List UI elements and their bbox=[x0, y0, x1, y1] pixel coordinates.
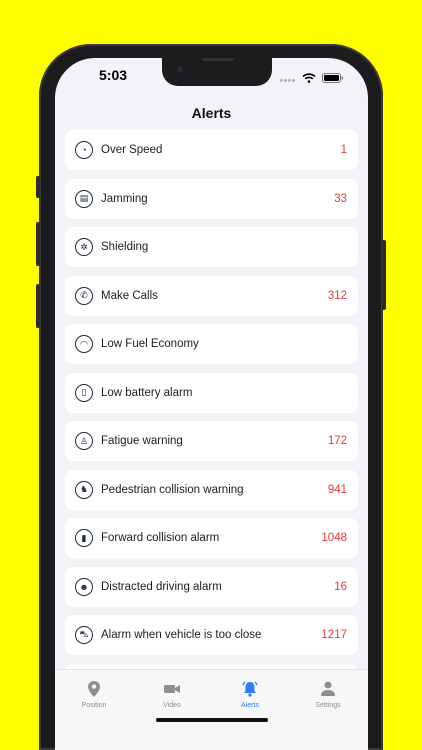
alert-label: Low Fuel Economy bbox=[101, 338, 199, 350]
shield-icon: ✲ bbox=[75, 238, 93, 256]
collision-icon: ▮ bbox=[75, 529, 93, 547]
alert-count: 172 bbox=[327, 435, 347, 447]
alert-label: Jamming bbox=[101, 192, 148, 205]
app-screen: 5:03 Alerts ◔ Over Speed 1 ▤ Jamming 33 … bbox=[55, 58, 368, 750]
alert-count: 1048 bbox=[321, 532, 347, 544]
alert-label: Fatigue warning bbox=[101, 435, 183, 447]
power-button bbox=[382, 240, 386, 310]
alert-row-fatigue-warning[interactable]: ♙ Fatigue warning 172 bbox=[65, 421, 358, 461]
alert-row-forward-collision[interactable]: ▮ Forward collision alarm 1048 bbox=[65, 518, 358, 558]
signal-icon bbox=[280, 69, 296, 87]
tab-alerts[interactable]: Alerts bbox=[211, 680, 289, 709]
car-icon: ⛍ bbox=[75, 626, 93, 644]
home-indicator[interactable] bbox=[156, 718, 268, 722]
tab-label: Position bbox=[81, 702, 107, 709]
notch bbox=[162, 58, 272, 86]
video-camera-icon bbox=[164, 685, 180, 693]
status-icons bbox=[280, 69, 344, 87]
alert-label: Distracted driving alarm bbox=[101, 580, 222, 593]
volume-up-button bbox=[36, 222, 40, 266]
alert-row-make-calls[interactable]: ✆ Make Calls 312 bbox=[65, 275, 358, 316]
front-camera bbox=[177, 66, 183, 72]
speedometer-icon: ◔ bbox=[75, 141, 93, 159]
phone-icon: ✆ bbox=[75, 286, 93, 305]
tab-label: Settings bbox=[315, 702, 341, 709]
alert-count: 1 bbox=[340, 144, 347, 156]
alert-row-shielding[interactable]: ✲ Shielding bbox=[65, 227, 358, 267]
alert-row-jamming[interactable]: ▤ Jamming 33 bbox=[65, 178, 358, 219]
alert-row-vehicle-too-close[interactable]: ⛍ Alarm when vehicle is too close 1217 bbox=[65, 615, 358, 655]
status-time: 5:03 bbox=[99, 67, 128, 83]
person-icon bbox=[321, 681, 335, 696]
alert-label: Low battery alarm bbox=[101, 386, 193, 399]
page-title: Alerts bbox=[191, 105, 232, 121]
speaker bbox=[202, 58, 234, 61]
pedestrian-icon: ♞ bbox=[75, 480, 93, 499]
alert-count: 33 bbox=[334, 192, 347, 205]
alert-label: Over Speed bbox=[101, 144, 163, 156]
tab-settings[interactable]: Settings bbox=[289, 680, 367, 709]
alert-label: Forward collision alarm bbox=[101, 532, 220, 544]
tab-video[interactable]: Video bbox=[133, 680, 211, 709]
alerts-list: ◔ Over Speed 1 ▤ Jamming 33 ✲ Shielding … bbox=[65, 130, 358, 712]
fatigue-icon: ♙ bbox=[75, 432, 93, 450]
alert-row-distracted-driving[interactable]: ☻ Distracted driving alarm 16 bbox=[65, 566, 358, 607]
battery-status-icon bbox=[322, 73, 344, 83]
alert-label: Pedestrian collision warning bbox=[101, 483, 244, 496]
alert-count: 1217 bbox=[321, 629, 347, 641]
battery-icon: ▯ bbox=[75, 383, 93, 402]
bell-icon bbox=[242, 681, 258, 697]
mute-switch bbox=[36, 176, 40, 198]
distracted-icon: ☻ bbox=[75, 577, 93, 596]
location-pin-icon bbox=[88, 681, 100, 697]
jamming-icon: ▤ bbox=[75, 189, 93, 208]
tab-position[interactable]: Position bbox=[55, 680, 133, 709]
volume-down-button bbox=[36, 284, 40, 328]
alert-row-low-battery[interactable]: ▯ Low battery alarm bbox=[65, 372, 358, 413]
alert-label: Shielding bbox=[101, 241, 149, 253]
gauge-icon: ◠ bbox=[75, 335, 93, 353]
alert-label: Make Calls bbox=[101, 289, 158, 302]
alert-count: 941 bbox=[327, 483, 347, 496]
wifi-icon bbox=[302, 73, 316, 83]
alert-count: 312 bbox=[327, 289, 347, 302]
alert-count: 16 bbox=[334, 580, 347, 593]
alert-row-low-fuel-economy[interactable]: ◠ Low Fuel Economy bbox=[65, 324, 358, 364]
tab-label: Video bbox=[163, 702, 181, 709]
tab-label: Alerts bbox=[241, 702, 259, 709]
alert-row-over-speed[interactable]: ◔ Over Speed 1 bbox=[65, 130, 358, 170]
tab-bar: Position Video Alerts Settings bbox=[55, 669, 368, 750]
alert-label: Alarm when vehicle is too close bbox=[101, 629, 262, 641]
alert-row-pedestrian-collision[interactable]: ♞ Pedestrian collision warning 941 bbox=[65, 469, 358, 510]
